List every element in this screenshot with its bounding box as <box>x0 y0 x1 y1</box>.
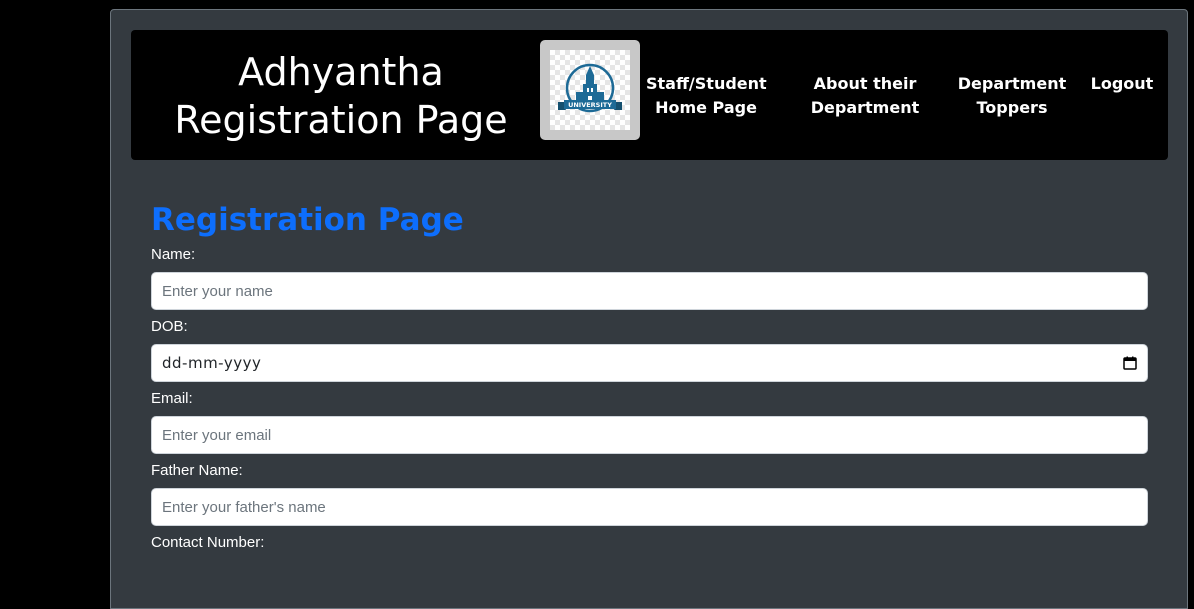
nav-home[interactable]: Staff/Student Home Page <box>646 72 767 120</box>
dob-label: DOB: <box>151 318 188 335</box>
name-field-group: Name: <box>151 246 1148 310</box>
nav-home-line1: Staff/Student <box>646 74 767 93</box>
email-field-group: Email: <box>151 390 1148 454</box>
nav-department[interactable]: About their Department <box>805 72 925 120</box>
nav-toppers-line2: Toppers <box>976 98 1048 117</box>
university-logo-graphic: UNIVERSITY <box>558 63 622 113</box>
father-name-field-group: Father Name: <box>151 462 1148 526</box>
father-name-label: Father Name: <box>151 462 243 479</box>
registration-form: Registration Page Name: DOB: dd-mm-yyyy … <box>151 200 1148 560</box>
nav-home-line2: Home Page <box>655 98 757 117</box>
dob-placeholder: dd-mm-yyyy <box>162 354 262 372</box>
nav-department-line2: Department <box>810 98 920 117</box>
name-input[interactable] <box>151 272 1148 310</box>
logo-text: UNIVERSITY <box>568 101 612 109</box>
contact-label: Contact Number: <box>151 534 265 551</box>
logo: UNIVERSITY <box>540 40 640 140</box>
calendar-icon[interactable] <box>1123 356 1137 370</box>
email-label: Email: <box>151 390 193 407</box>
site-title: Adhyantha Registration Page <box>151 48 531 144</box>
dob-field-group: DOB: dd-mm-yyyy <box>151 318 1148 382</box>
site-title-line1: Adhyantha <box>238 50 444 94</box>
contact-field-group: Contact Number: <box>151 534 1148 552</box>
header-bar: Adhyantha Registration Page UNIVERSITY S… <box>131 30 1168 160</box>
nav-logout-label: Logout <box>1090 74 1154 93</box>
nav-logout[interactable]: Logout <box>1086 72 1158 96</box>
dob-input[interactable]: dd-mm-yyyy <box>151 344 1148 382</box>
nav-department-line1: About their <box>813 74 917 93</box>
name-label: Name: <box>151 246 196 263</box>
form-heading: Registration Page <box>151 202 464 238</box>
father-name-input[interactable] <box>151 488 1148 526</box>
page-container: Adhyantha Registration Page UNIVERSITY S… <box>110 9 1188 609</box>
nav-toppers-line1: Department <box>957 74 1067 93</box>
university-logo-icon: UNIVERSITY <box>550 50 630 130</box>
nav-toppers[interactable]: Department Toppers <box>956 72 1068 120</box>
email-input[interactable] <box>151 416 1148 454</box>
site-title-line2: Registration Page <box>174 98 508 142</box>
